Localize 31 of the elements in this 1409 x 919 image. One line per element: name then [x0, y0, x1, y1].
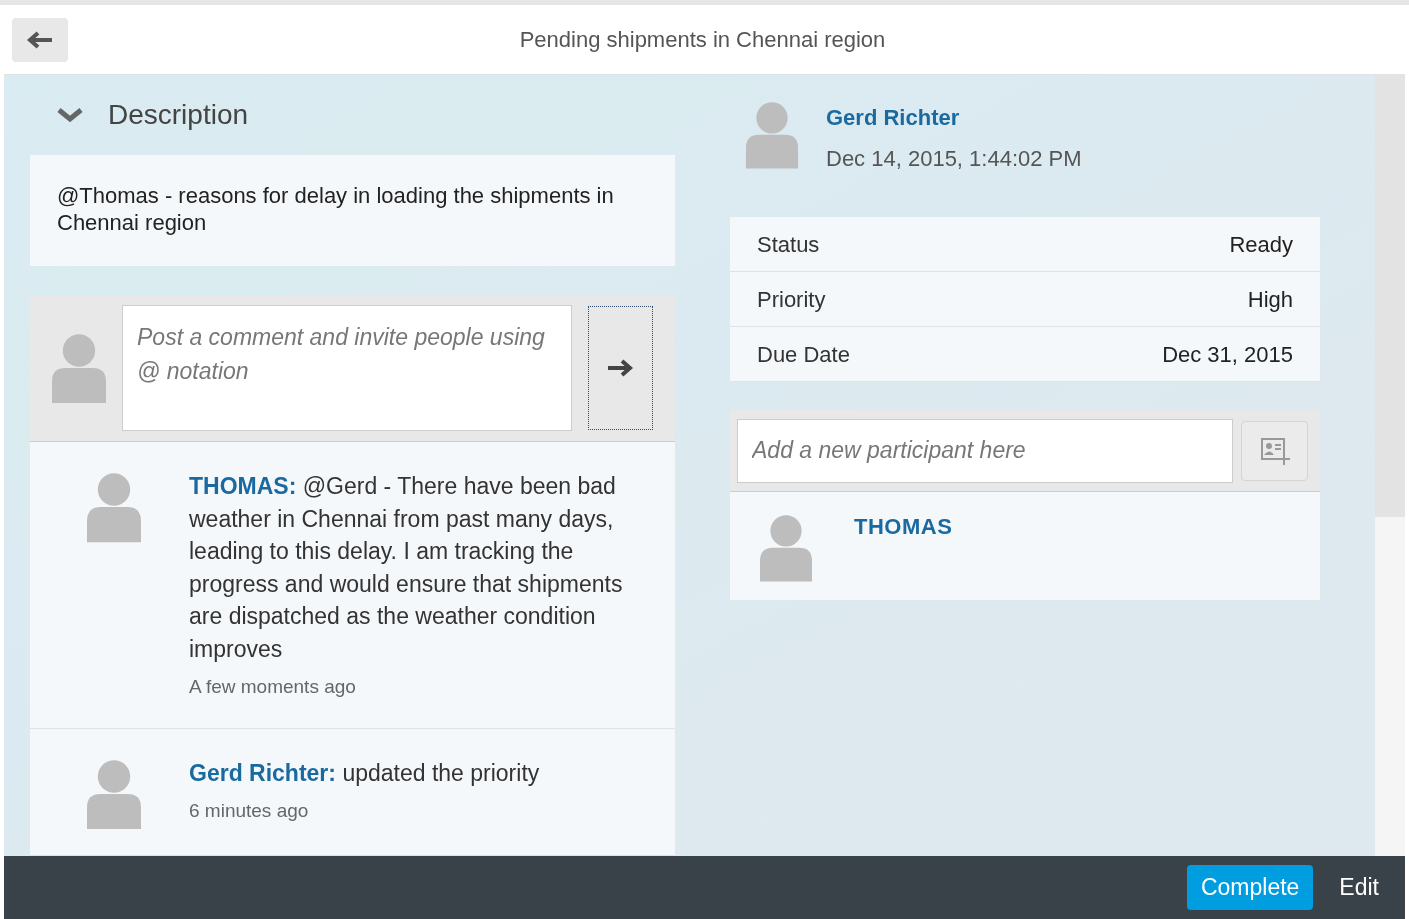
avatar-icon	[746, 101, 798, 169]
footer-button[interactable]: Complete	[1186, 865, 1314, 910]
avatar-icon	[52, 333, 106, 404]
chevron-down-icon[interactable]	[56, 105, 84, 124]
attribute-value: High	[1247, 285, 1293, 314]
avatar-icon	[87, 758, 141, 829]
footer-button[interactable]: Edit	[1325, 865, 1393, 910]
attribute-label: Priority	[757, 285, 826, 314]
arrow-right-icon	[606, 358, 635, 379]
contact-add-icon	[1259, 436, 1290, 465]
participant-name[interactable]: THOMAS	[854, 510, 953, 600]
feed-time: 6 minutes ago	[189, 799, 310, 824]
creator-date: Dec 14, 2015, 1:44:02 PM	[826, 145, 1082, 173]
attribute-label: Status	[757, 230, 820, 259]
feed-time: A few moments ago	[189, 675, 357, 700]
creator-name[interactable]: Gerd Richter	[826, 101, 1082, 134]
section-title: Description	[108, 97, 249, 132]
feed-text: THOMAS: @Gerd - There have been bad weather in Chennai from past many days, leading to this delay. I am tracking the progress and would ensure that shipments are dispatched as the weather condition improves	[189, 472, 624, 664]
attribute-value: Dec 31, 2015	[1162, 340, 1293, 369]
comment-field[interactable]: Post a comment and invite people using @ notation	[122, 305, 572, 432]
back-button[interactable]	[12, 17, 68, 62]
page-title: Pending shipments in Chennai region	[519, 26, 886, 54]
avatar-icon	[87, 472, 141, 543]
feed-text: Gerd Richter: updated the priority	[189, 758, 540, 788]
avatar-icon	[760, 514, 812, 582]
description-text: @Thomas - reasons for delay in loading the shipments in Chennai region	[57, 181, 615, 236]
attribute-label: Due Date	[757, 340, 850, 369]
send-button[interactable]	[587, 306, 653, 431]
scrollbar-thumb[interactable]	[1375, 75, 1405, 517]
attribute-value: Ready	[1229, 230, 1293, 259]
back-arrow-icon	[26, 29, 54, 50]
